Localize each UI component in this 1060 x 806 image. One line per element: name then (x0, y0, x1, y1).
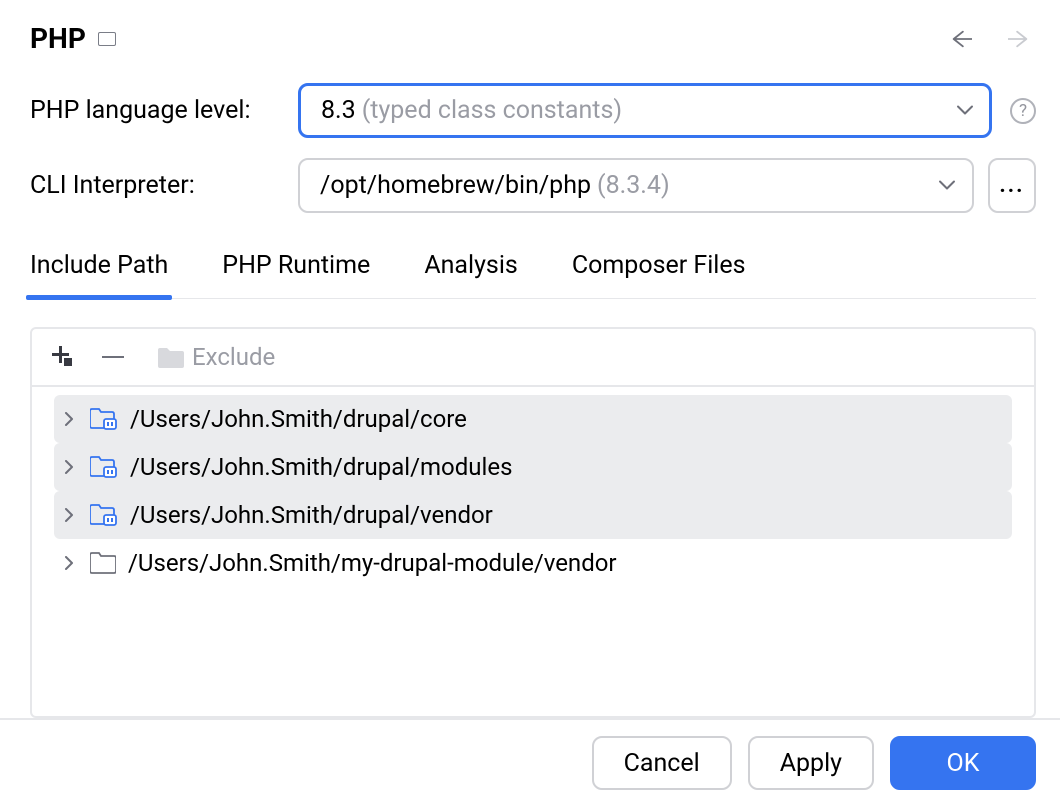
add-button[interactable] (52, 346, 74, 368)
cli-interpreter-select-wrapper: /opt/homebrew/bin/php (8.3.4) (298, 158, 974, 213)
chevron-down-icon (956, 101, 974, 120)
ok-button[interactable]: OK (890, 736, 1036, 790)
expand-icon[interactable] (60, 554, 78, 572)
language-level-select-wrapper: 8.3 (typed class constants) (298, 83, 992, 138)
tab-include-path[interactable]: Include Path (30, 251, 168, 298)
path-text: /Users/John.Smith/drupal/modules (130, 453, 512, 481)
path-container: Exclude /Users/John.Smith/drupal/core (30, 327, 1036, 718)
back-arrow-icon[interactable] (950, 28, 972, 50)
path-toolbar: Exclude (32, 329, 1034, 387)
cli-interpreter-hint: (8.3.4) (597, 171, 670, 200)
folder-sources-icon (90, 408, 118, 430)
folder-sources-icon (90, 504, 118, 526)
language-level-label: PHP language level: (30, 96, 284, 125)
forward-arrow-icon[interactable] (1008, 28, 1030, 50)
header-left: PHP (30, 22, 116, 55)
cli-interpreter-select[interactable]: /opt/homebrew/bin/php (8.3.4) (298, 158, 974, 213)
content: PHP language level: 8.3 (typed class con… (0, 67, 1060, 718)
header: PHP (0, 0, 1060, 67)
page-title: PHP (30, 22, 86, 55)
path-text: /Users/John.Smith/my-drupal-module/vendo… (128, 549, 617, 577)
expand-icon[interactable] (60, 410, 78, 428)
nav-arrows (950, 28, 1030, 50)
remove-button[interactable] (102, 356, 124, 358)
path-row[interactable]: /Users/John.Smith/drupal/modules (54, 443, 1012, 491)
language-level-select[interactable]: 8.3 (typed class constants) (298, 83, 992, 138)
path-text: /Users/John.Smith/drupal/vendor (130, 501, 493, 529)
chevron-down-icon (938, 176, 956, 195)
path-text: /Users/John.Smith/drupal/core (130, 405, 467, 433)
minus-icon (102, 356, 124, 358)
language-level-hint: (typed class constants) (362, 96, 622, 125)
folder-sources-icon (90, 456, 118, 478)
folder-icon (158, 346, 184, 368)
expand-icon[interactable] (60, 506, 78, 524)
language-level-row: PHP language level: 8.3 (typed class con… (30, 83, 1036, 138)
path-row[interactable]: /Users/John.Smith/drupal/vendor (54, 491, 1012, 539)
exclude-label: Exclude (192, 343, 275, 371)
footer: Cancel Apply OK (0, 718, 1060, 806)
cancel-button[interactable]: Cancel (592, 736, 732, 790)
path-row[interactable]: /Users/John.Smith/drupal/core (54, 395, 1012, 443)
path-list: /Users/John.Smith/drupal/core /Users/Joh… (32, 387, 1034, 716)
expand-icon[interactable] (60, 458, 78, 476)
tab-analysis[interactable]: Analysis (424, 251, 518, 298)
exclude-button[interactable]: Exclude (158, 343, 275, 371)
folder-icon (90, 552, 116, 574)
tabs: Include Path PHP Runtime Analysis Compos… (30, 233, 1036, 299)
language-level-value: 8.3 (321, 96, 356, 125)
apply-button[interactable]: Apply (748, 736, 874, 790)
path-row[interactable]: /Users/John.Smith/my-drupal-module/vendo… (32, 539, 1034, 587)
cli-interpreter-row: CLI Interpreter: /opt/homebrew/bin/php (… (30, 158, 1036, 213)
help-icon[interactable]: ? (1010, 98, 1036, 124)
tab-php-runtime[interactable]: PHP Runtime (222, 251, 370, 298)
cli-interpreter-value: /opt/homebrew/bin/php (320, 171, 591, 200)
more-button[interactable]: ... (988, 158, 1036, 213)
window-icon[interactable] (98, 32, 116, 46)
tab-composer-files[interactable]: Composer Files (572, 251, 746, 298)
cli-interpreter-label: CLI Interpreter: (30, 171, 284, 200)
